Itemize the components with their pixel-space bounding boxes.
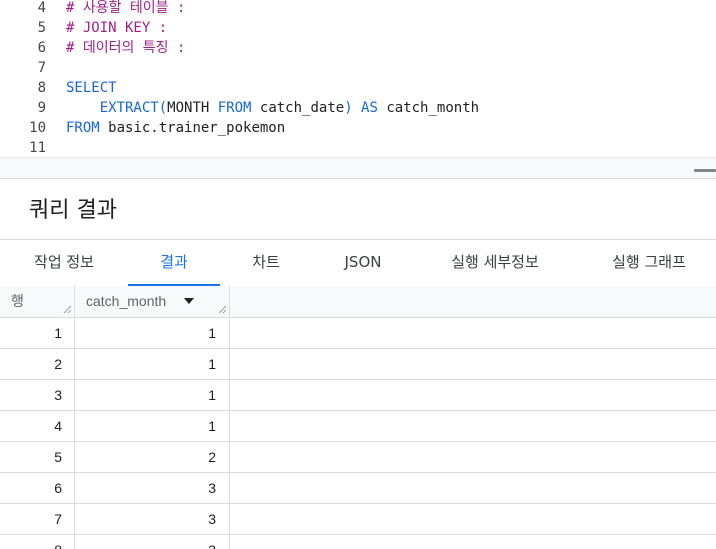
catch-month-cell[interactable]: 3 — [75, 473, 216, 503]
line-number: 11 — [29, 140, 46, 156]
catch-month-cell[interactable]: 1 — [75, 349, 216, 379]
row-number-cell: 5 — [54, 449, 62, 465]
splitter-handle-icon[interactable] — [694, 169, 716, 172]
code-text: # JOIN KEY : — [66, 18, 167, 38]
code-text: # 사용할 테이블 : — [66, 0, 185, 18]
code-text: SELECT — [66, 78, 117, 98]
code-token: # 데이터의 특징 : — [66, 40, 186, 56]
catch-month-cell[interactable]: 3 — [75, 535, 216, 549]
table-row[interactable]: 21 — [0, 349, 716, 380]
tab-results[interactable]: 결과 — [128, 240, 220, 287]
row-number-cell: 2 — [54, 356, 62, 372]
code-line[interactable]: 8 SELECT — [0, 78, 716, 98]
line-number: 10 — [29, 120, 46, 136]
row-number-cell: 3 — [54, 387, 62, 403]
header-catch-month[interactable]: catch_month — [86, 286, 166, 317]
row-number-cell: 1 — [54, 325, 62, 341]
sql-editor[interactable]: 4 # 사용할 테이블 : 5 # JOIN KEY : 6 # 데이터의 특징 : 7 8 S… — [0, 0, 716, 158]
row-number-cell: 7 — [54, 511, 62, 527]
line-number: 5 — [37, 20, 46, 36]
catch-month-cell[interactable]: 3 — [75, 504, 216, 534]
row-number-cell: 4 — [54, 418, 62, 434]
code-token: catch_month — [386, 100, 480, 116]
code-token: FROM — [217, 100, 260, 116]
code-token: MONTH — [167, 100, 218, 116]
table-header: 행 catch_month — [0, 286, 716, 318]
tab-job-info[interactable]: 작업 정보 — [14, 240, 114, 286]
table-row[interactable]: 73 — [0, 504, 716, 535]
code-token: basic.trainer_pokemon — [108, 120, 286, 136]
header-row-number: 행 — [11, 293, 24, 309]
code-line[interactable]: 11 — [0, 138, 716, 158]
code-text: EXTRACT(MONTH FROM catch_date) AS catch_… — [66, 98, 479, 118]
column-resize-grip-icon[interactable] — [217, 304, 227, 314]
results-table: 행 catch_month 1121314152637383 — [0, 286, 716, 549]
code-token: AS — [361, 100, 387, 116]
table-row[interactable]: 63 — [0, 473, 716, 504]
code-token: catch_date — [259, 100, 345, 116]
tab-execution-graph[interactable]: 실행 그래프 — [594, 240, 704, 286]
code-text: # 데이터의 특징 : — [66, 38, 185, 58]
tab-json[interactable]: JSON — [330, 240, 396, 286]
sort-desc-icon[interactable] — [184, 298, 194, 304]
column-divider — [229, 286, 230, 549]
code-token: FROM — [66, 120, 109, 136]
catch-month-cell[interactable]: 1 — [75, 318, 216, 348]
code-token: # 사용할 테이블 : — [66, 0, 186, 16]
table-row[interactable]: 83 — [0, 535, 716, 549]
code-token: ) — [344, 100, 362, 116]
editor-results-splitter[interactable] — [0, 158, 716, 179]
code-line[interactable]: 10 FROM basic.trainer_pokemon — [0, 118, 716, 138]
code-token: SELECT — [66, 80, 117, 96]
tab-chart[interactable]: 차트 — [232, 240, 300, 286]
code-line[interactable]: 9 EXTRACT(MONTH FROM catch_date) AS catc… — [0, 98, 716, 118]
catch-month-cell[interactable]: 1 — [75, 411, 216, 441]
code-text: FROM basic.trainer_pokemon — [66, 118, 285, 138]
code-line[interactable]: 4 # 사용할 테이블 : — [0, 0, 716, 18]
line-number: 6 — [37, 40, 46, 56]
table-row[interactable]: 31 — [0, 380, 716, 411]
line-number: 7 — [37, 60, 46, 76]
catch-month-cell[interactable]: 2 — [75, 442, 216, 472]
column-resize-grip-icon[interactable] — [62, 304, 72, 314]
code-line[interactable]: 7 — [0, 58, 716, 78]
results-tabs: 작업 정보 결과 차트 JSON 실행 세부정보 실행 그래프 — [0, 239, 716, 287]
code-line[interactable]: 6 # 데이터의 특징 : — [0, 38, 716, 58]
line-number: 4 — [37, 0, 46, 16]
table-row[interactable]: 52 — [0, 442, 716, 473]
line-number: 8 — [37, 80, 46, 96]
catch-month-cell[interactable]: 1 — [75, 380, 216, 410]
table-row[interactable]: 41 — [0, 411, 716, 442]
table-row[interactable]: 11 — [0, 318, 716, 349]
query-results-title: 쿼리 결과 — [29, 198, 117, 223]
code-token: EXTRACT( — [66, 100, 168, 116]
tab-execution-details[interactable]: 실행 세부정보 — [430, 240, 560, 286]
code-line[interactable]: 5 # JOIN KEY : — [0, 18, 716, 38]
line-number: 9 — [37, 100, 46, 116]
row-number-cell: 6 — [54, 480, 62, 496]
row-number-cell: 8 — [0, 535, 62, 549]
code-token: # JOIN KEY : — [66, 20, 168, 36]
column-divider — [74, 286, 75, 549]
